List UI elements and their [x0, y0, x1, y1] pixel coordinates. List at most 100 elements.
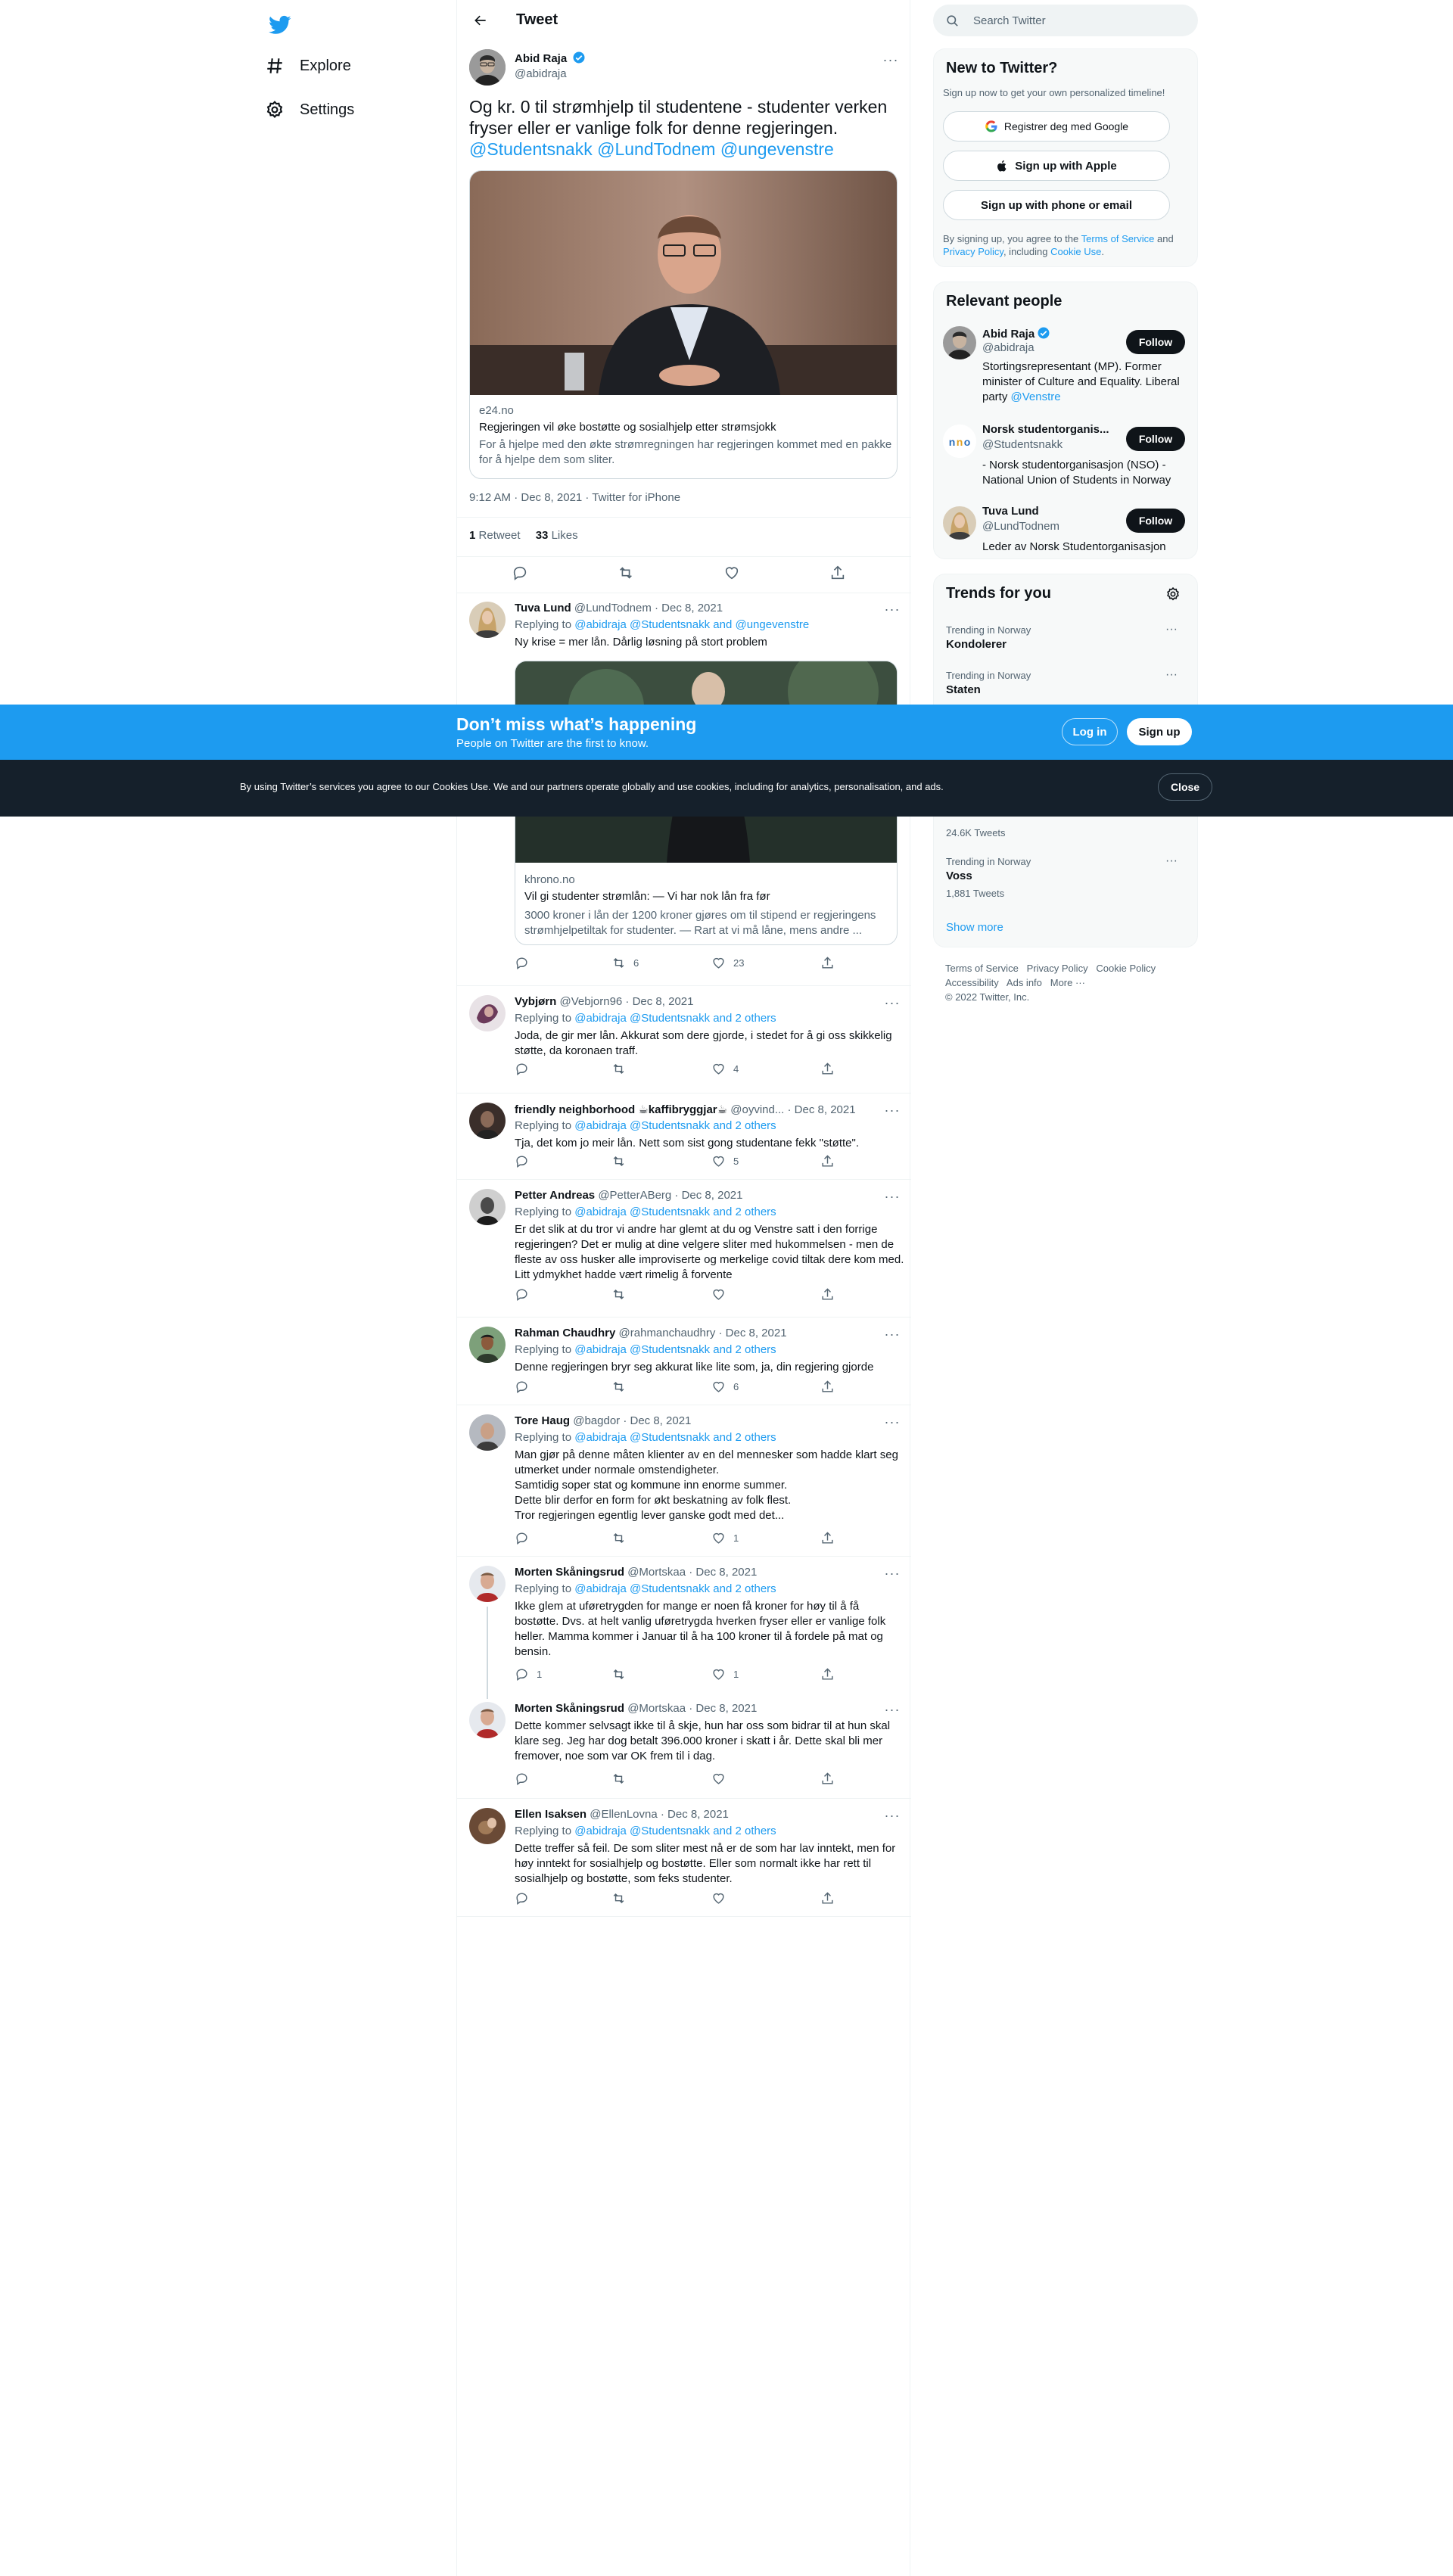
like-button[interactable]: [711, 1772, 733, 1786]
footer-link[interactable]: More ···: [1050, 977, 1085, 988]
footer-link[interactable]: Privacy Policy: [1027, 963, 1088, 974]
follow-button[interactable]: Follow: [1126, 509, 1185, 533]
mention-link[interactable]: @abidraja @Studentsnakk and 2 others: [574, 1431, 776, 1444]
more-options-icon[interactable]: ···: [882, 602, 902, 617]
share-button[interactable]: [820, 1062, 842, 1076]
avatar[interactable]: [469, 1566, 506, 1602]
author-handle-date[interactable]: @Mortskaa · Dec 8, 2021: [627, 1702, 757, 1715]
like-label[interactable]: Likes: [552, 529, 578, 542]
cookie-close-button[interactable]: Close: [1158, 773, 1212, 801]
retweet-button[interactable]: [611, 1380, 633, 1394]
search-input[interactable]: Search Twitter: [933, 5, 1198, 36]
mention-link[interactable]: @abidraja @Studentsnakk and 2 others: [574, 1825, 776, 1837]
retweet-button[interactable]: [611, 1287, 633, 1302]
author-name[interactable]: Morten Skåningsrud: [515, 1702, 624, 1715]
mention-link[interactable]: @abidraja @Studentsnakk and 2 others: [574, 1012, 776, 1025]
author-name[interactable]: Tuva Lund: [515, 602, 571, 614]
terms-link[interactable]: Terms of Service: [1081, 233, 1155, 244]
trends-settings-gear-icon[interactable]: [1165, 586, 1181, 605]
author-handle[interactable]: @abidraja: [515, 67, 567, 80]
privacy-link[interactable]: Privacy Policy: [943, 246, 1003, 257]
like-button[interactable]: 1: [711, 1667, 739, 1682]
like-button[interactable]: 4: [711, 1062, 739, 1076]
avatar[interactable]: [469, 49, 506, 86]
avatar[interactable]: [943, 326, 976, 359]
reply-button[interactable]: [515, 1062, 537, 1076]
reply-tweet[interactable]: Vybjørn @Vebjorn96 · Dec 8, 2021 ··· Reply…: [457, 986, 911, 1094]
retweet-button[interactable]: [611, 1772, 633, 1786]
reply-tweet[interactable]: Petter Andreas @PetterABerg · Dec 8, 202…: [457, 1180, 911, 1318]
show-more-link[interactable]: Show more: [946, 921, 1003, 934]
share-button[interactable]: [820, 956, 842, 970]
mention-link[interactable]: @Studentsnakk: [469, 139, 593, 159]
footer-link[interactable]: Cookie Policy: [1096, 963, 1156, 974]
follow-button[interactable]: Follow: [1126, 330, 1185, 354]
avatar[interactable]: [469, 995, 506, 1031]
cookie-use-link[interactable]: Cookie Use: [1050, 246, 1101, 257]
like-button[interactable]: [711, 1891, 733, 1906]
footer-link[interactable]: Accessibility: [945, 977, 999, 988]
author-name[interactable]: Rahman Chaudhry: [515, 1327, 615, 1339]
like-count[interactable]: 33: [536, 529, 549, 542]
more-options-icon[interactable]: ···: [1165, 854, 1178, 868]
more-options-icon[interactable]: ···: [882, 1414, 902, 1430]
mention-link[interactable]: @abidraja @Studentsnakk and 2 others: [574, 1343, 776, 1356]
share-button[interactable]: [820, 1380, 842, 1394]
reply-tweet[interactable]: Morten Skåningsrud @Mortskaa · Dec 8, 20…: [457, 1693, 911, 1799]
retweet-button[interactable]: [611, 1891, 633, 1906]
mention-link[interactable]: @abidraja @Studentsnakk and 2 others: [574, 1119, 776, 1132]
mention-link[interactable]: @LundTodnem: [597, 139, 715, 159]
reply-button[interactable]: [515, 956, 537, 970]
footer-link[interactable]: Terms of Service: [945, 963, 1019, 974]
more-options-icon[interactable]: ···: [882, 1566, 902, 1581]
like-button[interactable]: [711, 1287, 733, 1302]
avatar[interactable]: [943, 506, 976, 540]
reply-tweet[interactable]: Tore Haug @bagdor · Dec 8, 2021 ··· Replyi…: [457, 1405, 911, 1557]
reply-tweet[interactable]: Ellen Isaksen @EllenLovna · Dec 8, 2021 ·…: [457, 1799, 911, 1917]
share-button[interactable]: [820, 1772, 842, 1786]
mention-link[interactable]: @abidraja @Studentsnakk and 2 others: [574, 1206, 776, 1218]
like-button[interactable]: 1: [711, 1531, 739, 1545]
more-options-icon[interactable]: ···: [882, 1189, 902, 1204]
author-name[interactable]: Ellen Isaksen: [515, 1808, 586, 1821]
back-arrow-icon[interactable]: [468, 8, 493, 33]
reply-button[interactable]: [515, 1772, 537, 1786]
retweet-count[interactable]: 1: [469, 529, 475, 542]
retweet-button[interactable]: 6: [611, 956, 639, 970]
like-button[interactable]: 6: [711, 1380, 739, 1394]
avatar[interactable]: [469, 1414, 506, 1451]
share-icon[interactable]: [829, 565, 854, 581]
retweet-label[interactable]: Retweet: [479, 529, 521, 542]
login-button[interactable]: Log in: [1062, 718, 1118, 745]
more-options-icon[interactable]: ···: [882, 1808, 902, 1823]
author-handle-date[interactable]: @LundTodnem · Dec 8, 2021: [574, 602, 723, 614]
reply-icon[interactable]: [512, 565, 536, 581]
retweet-icon[interactable]: [618, 565, 642, 581]
more-options-icon[interactable]: ···: [882, 1103, 902, 1118]
share-button[interactable]: [820, 1154, 842, 1168]
avatar[interactable]: [469, 1189, 506, 1225]
like-button[interactable]: 23: [711, 956, 744, 970]
more-options-icon[interactable]: ···: [882, 1702, 902, 1717]
retweet-button[interactable]: [611, 1062, 633, 1076]
like-heart-icon[interactable]: [723, 565, 748, 581]
author-handle-date[interactable]: @Mortskaa · Dec 8, 2021: [627, 1566, 757, 1579]
more-options-icon[interactable]: ···: [1165, 623, 1178, 636]
avatar[interactable]: [469, 1808, 506, 1844]
twitter-logo-icon[interactable]: [265, 9, 295, 39]
link-card[interactable]: e24.no Regjeringen vil øke bostøtte og s…: [469, 170, 898, 479]
nav-explore[interactable]: Explore: [265, 46, 351, 86]
author-handle-date[interactable]: @Vebjorn96 · Dec 8, 2021: [559, 995, 693, 1008]
footer-link[interactable]: Ads info: [1007, 977, 1042, 988]
share-button[interactable]: [820, 1287, 842, 1302]
mention-link[interactable]: @Venstre: [1011, 390, 1061, 403]
nav-settings[interactable]: Settings: [265, 90, 354, 129]
author-name[interactable]: Morten Skåningsrud: [515, 1566, 624, 1579]
author-handle-date[interactable]: @rahmanchaudhry · Dec 8, 2021: [619, 1327, 787, 1339]
retweet-button[interactable]: [611, 1154, 633, 1168]
more-options-icon[interactable]: ···: [881, 52, 901, 67]
retweet-button[interactable]: [611, 1531, 633, 1545]
avatar[interactable]: [469, 1702, 506, 1738]
author-handle-date[interactable]: @bagdor · Dec 8, 2021: [573, 1414, 691, 1427]
reply-button[interactable]: [515, 1531, 537, 1545]
